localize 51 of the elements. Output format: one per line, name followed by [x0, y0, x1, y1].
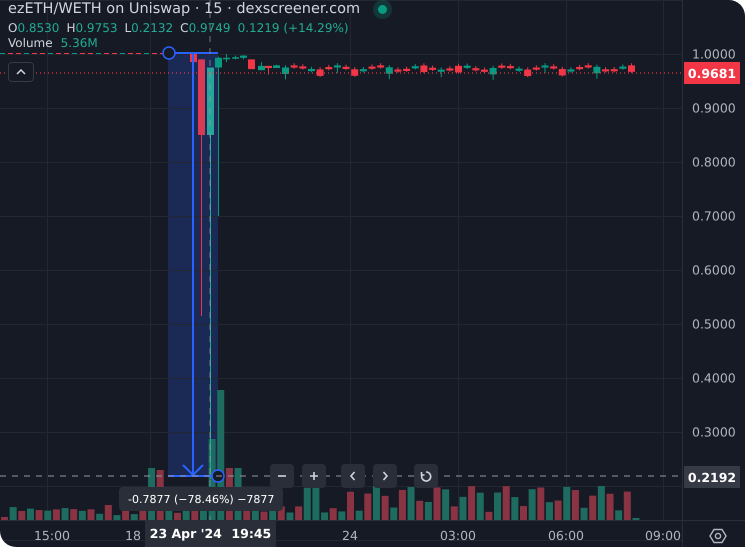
- volume-bar: [606, 494, 614, 520]
- time-label: 03:00: [440, 528, 476, 543]
- price-label: 0.9000: [692, 100, 736, 116]
- volume-bar: [1, 517, 8, 520]
- volume-bar: [260, 512, 268, 520]
- time-label: 15:00: [34, 528, 70, 543]
- reset-icon: [420, 470, 432, 482]
- volume-bar: [347, 492, 354, 520]
- price-label: 0.6000: [692, 262, 736, 278]
- change-value: 0.1219 (+14.29%): [238, 21, 349, 35]
- crosshair-time-label: 23 Apr '24 19:45: [145, 520, 276, 547]
- ohlc-value: C0.9749: [180, 21, 231, 35]
- price-label: 0.3000: [692, 424, 736, 440]
- ohlc-value: O0.8530: [8, 21, 60, 35]
- volume-label: Volume: [8, 37, 53, 50]
- volume-bar: [88, 509, 94, 520]
- time-label: 06:00: [548, 528, 584, 543]
- candle: [455, 63, 462, 74]
- zoom-out-button[interactable]: [270, 464, 294, 488]
- measure-tooltip: -0.7877 (−78.46%) −7877: [119, 487, 284, 511]
- chart-title: ezETH/WETH on Uniswap · 15 · dexscreener.com: [8, 1, 360, 17]
- volume-bar: [520, 506, 527, 520]
- price-label: 0.8000: [692, 154, 736, 170]
- settings-icon[interactable]: [709, 527, 727, 545]
- candle: [542, 62, 548, 74]
- time-label: 18: [125, 528, 141, 543]
- measure-handle[interactable]: [162, 46, 176, 60]
- volume-bar: [174, 512, 181, 520]
- measure-handle[interactable]: [211, 469, 225, 483]
- last-price-label: 0.9681: [684, 62, 740, 84]
- chevron-up-icon: [16, 69, 26, 75]
- candle: [368, 64, 376, 70]
- time-label: 09:00: [644, 528, 682, 543]
- price-label: 1.0000: [692, 46, 736, 62]
- reset-button[interactable]: [414, 464, 438, 488]
- collapse-button[interactable]: [8, 62, 34, 82]
- candle: [628, 62, 635, 74]
- volume-value: 5.36M: [60, 37, 98, 50]
- scroll-right-button[interactable]: [373, 464, 397, 488]
- volume-bar: [434, 487, 440, 520]
- price-label: 0.5000: [692, 316, 736, 332]
- plus-icon: [308, 470, 320, 482]
- candle: [282, 64, 289, 80]
- price-label: 0.7000: [692, 208, 736, 224]
- price-label: 0.4000: [692, 370, 736, 386]
- crosshair-price-label: 0.2192: [684, 466, 740, 488]
- zoom-in-button[interactable]: [302, 464, 326, 488]
- ohlc-value: H0.9753: [66, 21, 118, 35]
- time-label: 24: [342, 528, 358, 543]
- scroll-left-button[interactable]: [341, 464, 365, 488]
- ohlc-value: L0.2132: [124, 21, 174, 35]
